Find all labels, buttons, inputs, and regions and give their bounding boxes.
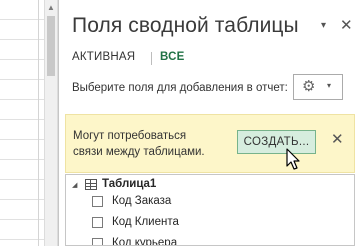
relationships-warning-bar: Могут потребоваться связи между таблицам… xyxy=(65,114,355,173)
field-checkbox[interactable] xyxy=(92,238,103,245)
tab-active[interactable]: АКТИВНАЯ xyxy=(72,51,135,63)
tab-separator xyxy=(151,52,152,65)
table-icon xyxy=(85,179,97,190)
warning-text-line2: связи между таблицами. xyxy=(73,146,205,158)
field-label: Код Заказа xyxy=(112,195,172,207)
field-list: ◢ Таблица1 Код Заказа Код Клиента Код ку… xyxy=(65,174,355,246)
warning-text: Могут потребоваться связи между таблицам… xyxy=(73,128,205,160)
pivot-fields-pane: Поля сводной таблицы ▾ ✕ АКТИВНАЯ ВСЕ Вы… xyxy=(58,0,362,246)
field-list-settings-button[interactable]: ⚙ ▾ xyxy=(293,74,343,100)
vertical-scrollbar[interactable]: ▲ xyxy=(44,0,58,246)
scroll-thumb[interactable] xyxy=(47,16,55,76)
pane-close-icon[interactable]: ✕ xyxy=(340,16,353,34)
field-checkbox[interactable] xyxy=(92,196,103,207)
chevron-down-icon: ▾ xyxy=(327,81,332,90)
table-name: Таблица1 xyxy=(102,178,157,190)
scroll-up-icon[interactable]: ▲ xyxy=(45,3,57,13)
pane-title: Поля сводной таблицы xyxy=(72,14,299,37)
tab-all[interactable]: ВСЕ xyxy=(160,51,184,63)
field-label: Код Клиента xyxy=(112,216,179,228)
gear-icon: ⚙ xyxy=(302,78,316,95)
choose-fields-label: Выберите поля для добавления в отчет: xyxy=(72,82,288,94)
pane-options-dropdown-icon[interactable]: ▾ xyxy=(321,20,326,31)
create-relationship-button[interactable]: СОЗДАТЬ... xyxy=(237,130,316,154)
mouse-cursor-icon xyxy=(286,148,300,170)
field-label: Код курьера xyxy=(112,237,178,246)
warning-close-icon[interactable]: ✕ xyxy=(331,130,344,148)
warning-text-line1: Могут потребоваться xyxy=(73,130,187,142)
field-checkbox[interactable] xyxy=(92,217,103,228)
worksheet-grid xyxy=(0,0,44,246)
collapse-triangle-icon[interactable]: ◢ xyxy=(72,181,77,189)
